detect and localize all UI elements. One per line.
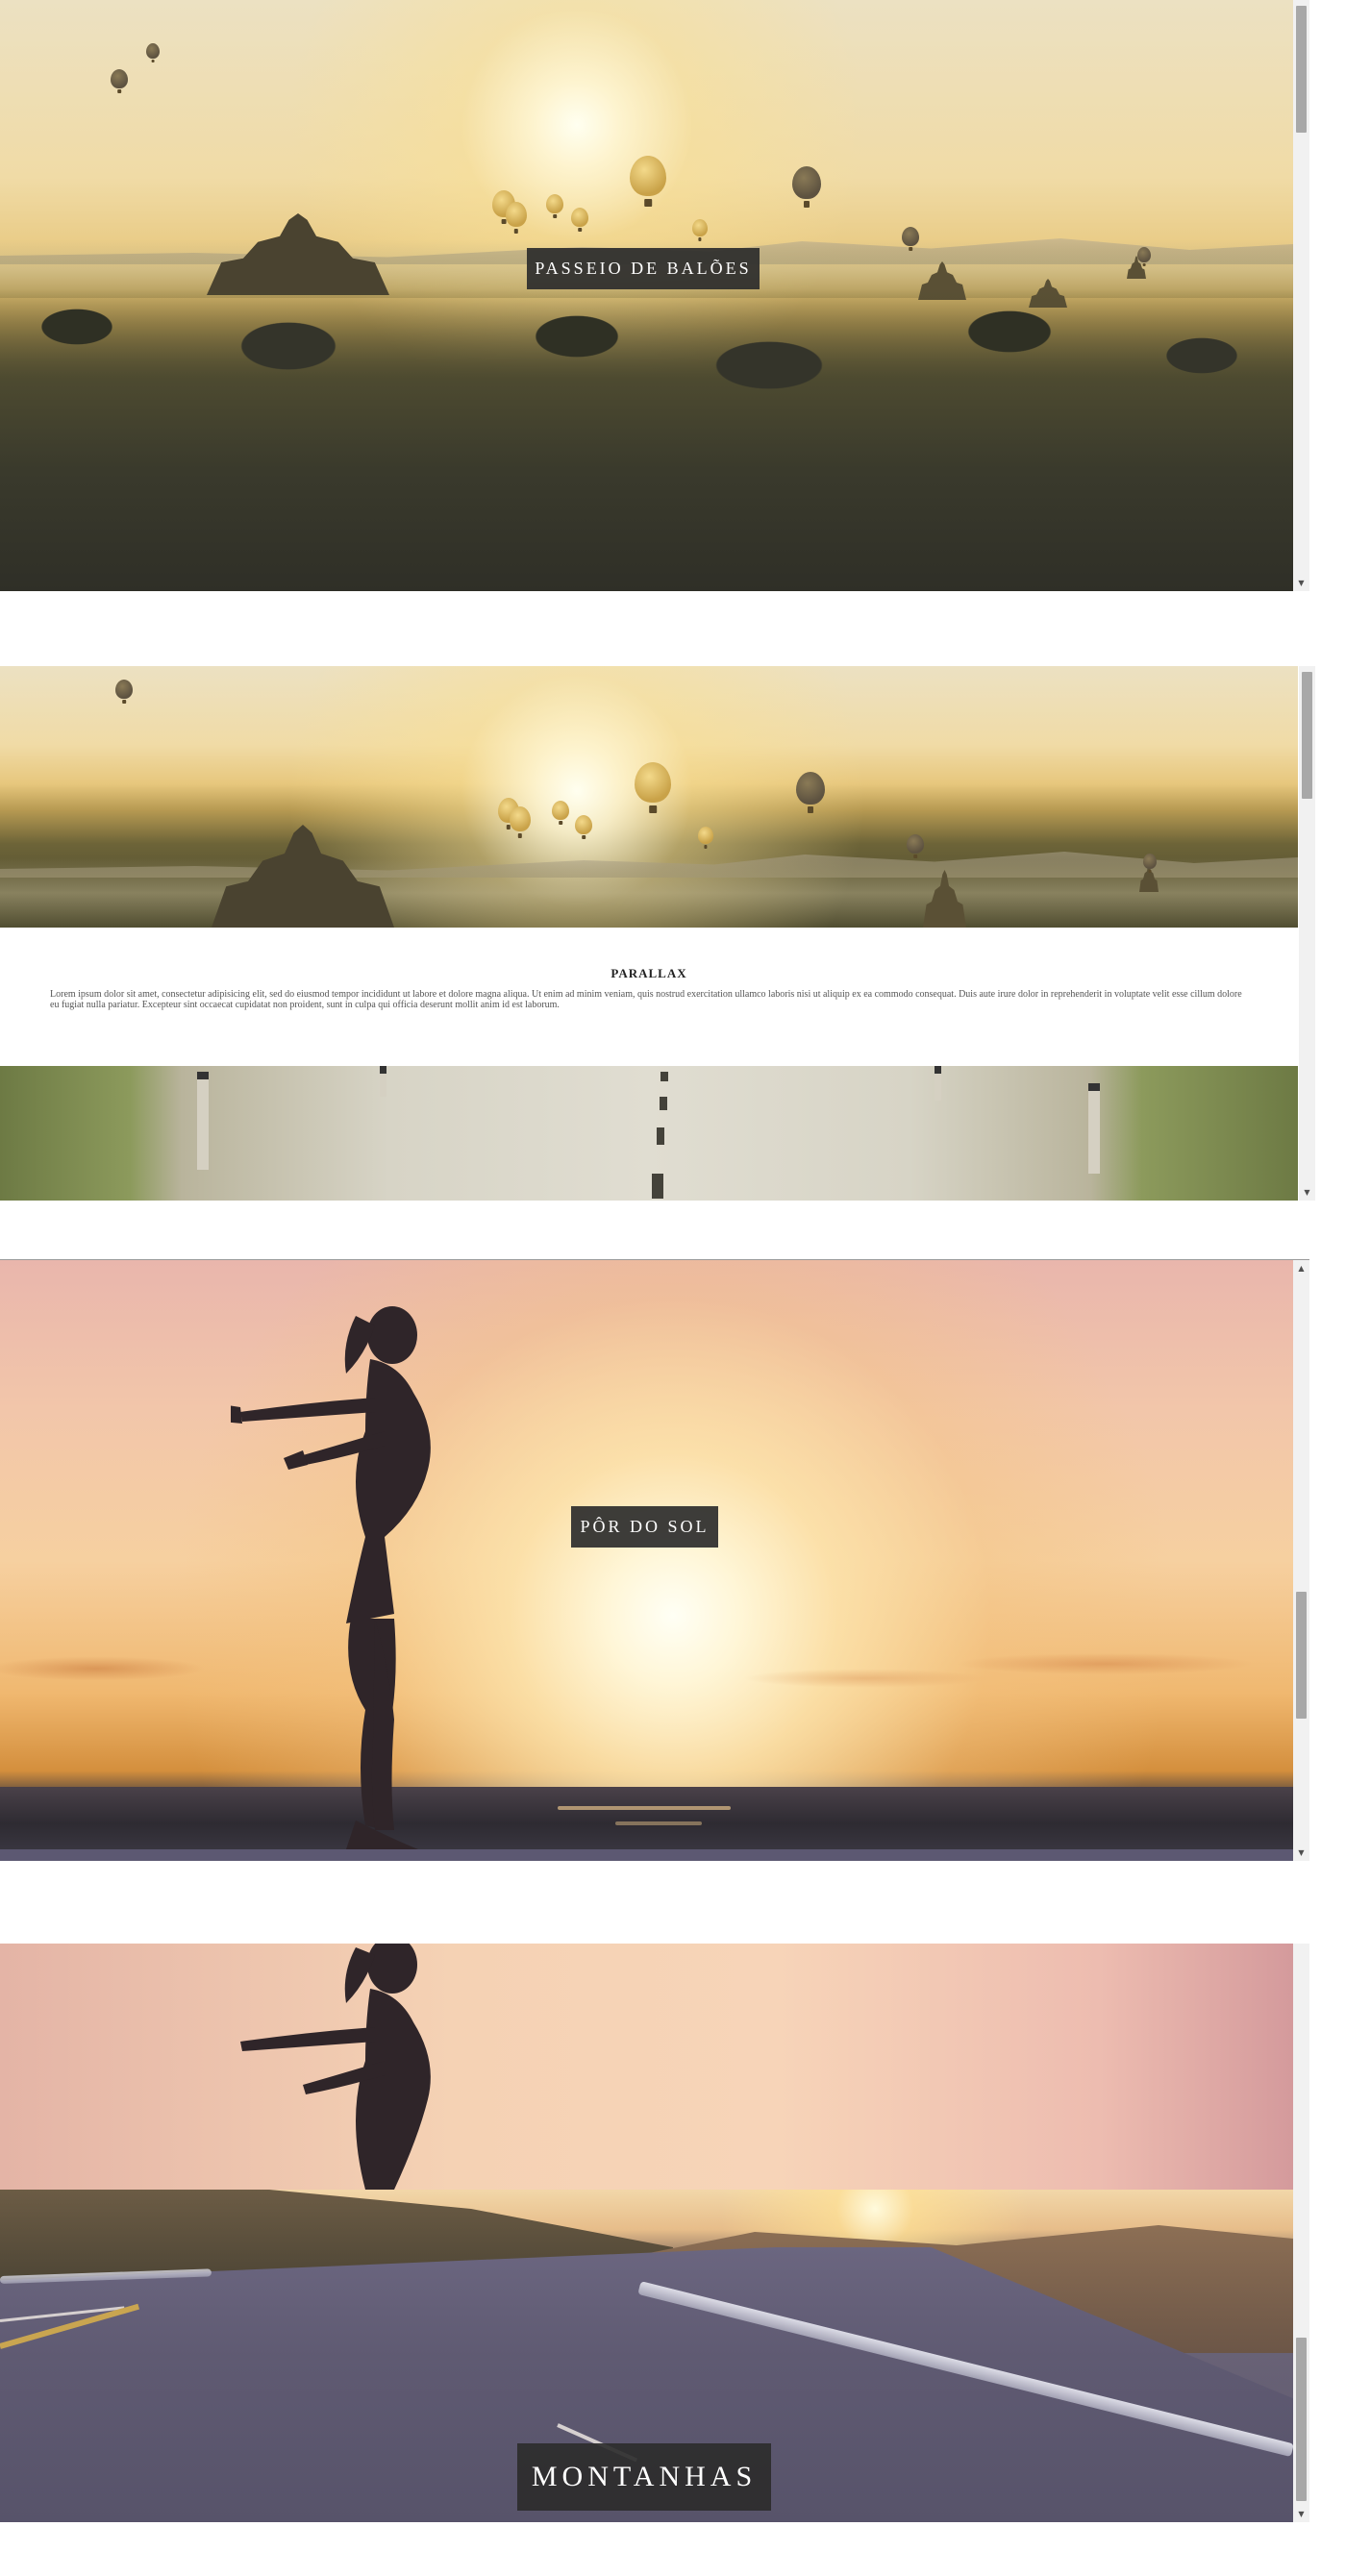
sea-glint xyxy=(615,1821,702,1825)
balloon xyxy=(575,815,592,834)
haze xyxy=(0,858,1298,928)
scrollbar[interactable]: ▼ xyxy=(1293,1944,1309,2522)
sunset-photo xyxy=(0,1944,1293,2190)
balloon xyxy=(111,69,128,88)
clouds xyxy=(0,1640,1293,1697)
scroll-up-arrow[interactable]: ▲ xyxy=(1293,1260,1309,1276)
balloons-photo xyxy=(0,666,1298,928)
scrollbar-thumb[interactable] xyxy=(1296,2338,1307,2501)
treeline xyxy=(0,288,1293,591)
balloon xyxy=(796,772,825,805)
balloon xyxy=(552,801,569,820)
road-photo xyxy=(0,1066,1298,1201)
balloon xyxy=(546,194,563,213)
road-dash xyxy=(661,1072,668,1081)
panel-mountains: MONTANHAS ▼ xyxy=(0,1944,1309,2522)
panel-parallax: PARALLAX Lorem ipsum dolor sit amet, con… xyxy=(0,666,1315,1201)
woman-silhouette xyxy=(231,1306,431,1849)
balloon xyxy=(792,166,821,199)
road-dash xyxy=(652,1174,663,1199)
balloon xyxy=(1137,247,1151,262)
balloon xyxy=(571,208,588,227)
balloon xyxy=(146,43,160,59)
sunset-photo: PÔR DO SOL xyxy=(0,1260,1293,1861)
scrollbar-thumb[interactable] xyxy=(1296,1592,1307,1719)
parallax-heading: PARALLAX xyxy=(611,966,687,980)
road-post xyxy=(1088,1083,1100,1174)
road-post xyxy=(380,1066,386,1097)
scrollbar[interactable]: ▲ ▼ xyxy=(1293,1260,1309,1861)
scrollbar-thumb[interactable] xyxy=(1296,6,1307,133)
road-strip xyxy=(0,1849,1293,1861)
scroll-down-arrow[interactable]: ▼ xyxy=(1299,1184,1315,1201)
scrollbar[interactable]: ▼ xyxy=(1299,666,1315,1201)
balloon xyxy=(635,762,671,803)
scrollbar-thumb[interactable] xyxy=(1302,672,1312,799)
scroll-down-arrow[interactable]: ▼ xyxy=(1293,575,1309,591)
road-post xyxy=(197,1072,209,1170)
parallax-body: Lorem ipsum dolor sit amet, consectetur … xyxy=(50,989,1242,1010)
balloon xyxy=(630,156,666,196)
section-caption: PASSEIO DE BALÕES xyxy=(527,248,760,289)
balloon xyxy=(1143,854,1157,869)
balloons-photo: PASSEIO DE BALÕES xyxy=(0,0,1293,591)
balloon xyxy=(506,202,527,227)
road-dash xyxy=(657,1127,664,1145)
balloon xyxy=(510,806,531,831)
parallax-content: PARALLAX Lorem ipsum dolor sit amet, con… xyxy=(0,928,1298,1066)
balloon xyxy=(902,227,919,246)
panel-sunset: PÔR DO SOL ▲ ▼ xyxy=(0,1259,1309,1861)
scroll-down-arrow[interactable]: ▼ xyxy=(1293,1845,1309,1861)
balloon xyxy=(907,834,924,854)
scroll-down-arrow[interactable]: ▼ xyxy=(1293,2506,1309,2522)
sea-glint xyxy=(558,1806,731,1810)
section-caption: PÔR DO SOL xyxy=(571,1506,718,1548)
scrollbar[interactable]: ▼ xyxy=(1293,0,1309,591)
balloon xyxy=(692,219,708,236)
balloon xyxy=(115,680,133,699)
balloon xyxy=(698,827,713,844)
section-caption: MONTANHAS xyxy=(517,2443,771,2511)
road-post xyxy=(935,1066,941,1101)
road-dash xyxy=(660,1097,667,1110)
panel-balloons: PASSEIO DE BALÕES ▼ xyxy=(0,0,1309,591)
woman-silhouette xyxy=(240,1944,431,2190)
